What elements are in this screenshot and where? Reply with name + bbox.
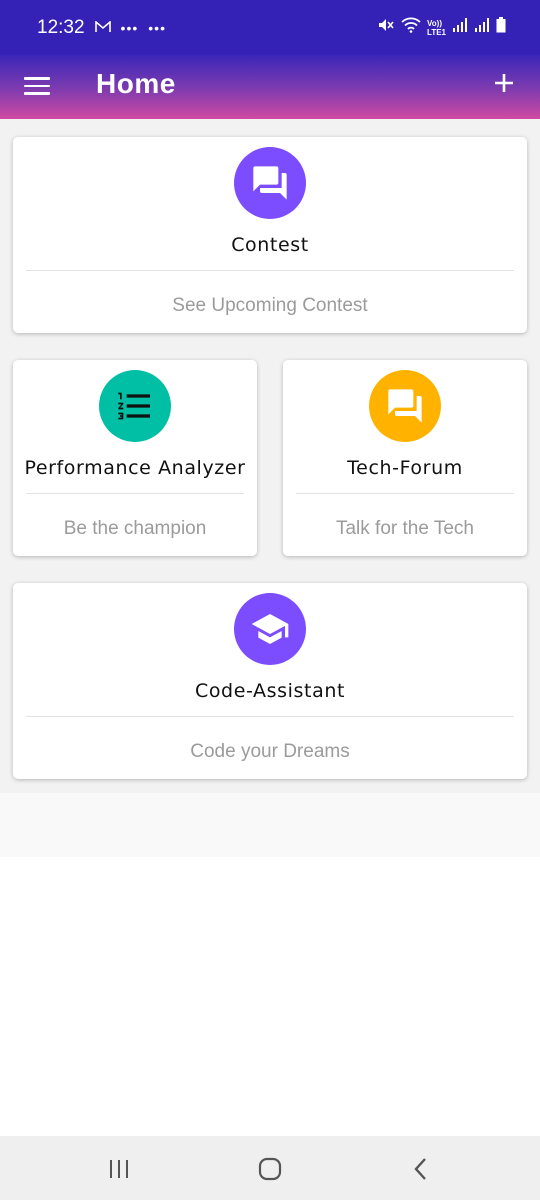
card-title: Tech-Forum <box>347 457 463 479</box>
card-subtitle: See Upcoming Contest <box>172 295 368 316</box>
performance-analyzer-card[interactable]: Performance Analyzer Be the champion <box>13 360 257 556</box>
graduation-cap-icon <box>234 593 306 665</box>
card-title: Code-Assistant <box>194 680 346 702</box>
card-subtitle: Be the champion <box>63 518 207 539</box>
back-icon[interactable] <box>406 1154 436 1184</box>
lte-label: LTE1 <box>427 27 446 37</box>
battery-icon <box>496 17 506 38</box>
volte-icon: Vo)) LTE1 <box>427 19 446 37</box>
tech-forum-card[interactable]: Tech-Forum Talk for the Tech <box>283 360 527 556</box>
card-divider <box>296 493 514 494</box>
signal-icon <box>452 17 468 38</box>
card-divider <box>26 716 514 717</box>
list-footer-area <box>0 793 540 857</box>
system-icons: Vo)) LTE1 <box>377 16 506 39</box>
hamburger-menu-icon[interactable] <box>22 72 52 102</box>
wifi-icon <box>401 17 421 38</box>
card-divider <box>26 493 244 494</box>
status-bar: 12:32 ••• ••• Vo)) LTE1 <box>0 0 540 55</box>
card-title: Performance Analyzer <box>24 457 246 479</box>
contest-card[interactable]: Contest See Upcoming Contest <box>13 137 527 333</box>
volte-label: Vo)) <box>427 18 442 28</box>
card-divider <box>26 270 514 271</box>
mute-icon <box>377 16 395 39</box>
home-icon[interactable] <box>255 1154 285 1184</box>
app-bar: Home <box>0 55 540 119</box>
content-area: Contest See Upcoming Contest Performance… <box>0 119 540 793</box>
recent-apps-icon[interactable] <box>104 1154 134 1184</box>
more-dots-icon: ••• <box>148 19 166 36</box>
card-subtitle: Talk for the Tech <box>335 518 474 539</box>
more-dots-icon: ••• <box>120 19 139 36</box>
status-time: 12:32 <box>37 16 85 38</box>
signal-icon <box>474 17 490 38</box>
plus-icon[interactable] <box>488 67 520 99</box>
system-nav-bar <box>0 1136 540 1200</box>
numbered-list-icon <box>99 370 171 442</box>
code-assistant-card[interactable]: Code-Assistant Code your Dreams <box>13 583 527 779</box>
chat-bubbles-icon <box>234 147 306 219</box>
card-title: Contest <box>231 234 309 256</box>
gmail-icon <box>94 19 111 36</box>
chat-bubbles-icon <box>369 370 441 442</box>
card-subtitle: Code your Dreams <box>190 741 350 762</box>
page-title: Home <box>96 68 176 99</box>
